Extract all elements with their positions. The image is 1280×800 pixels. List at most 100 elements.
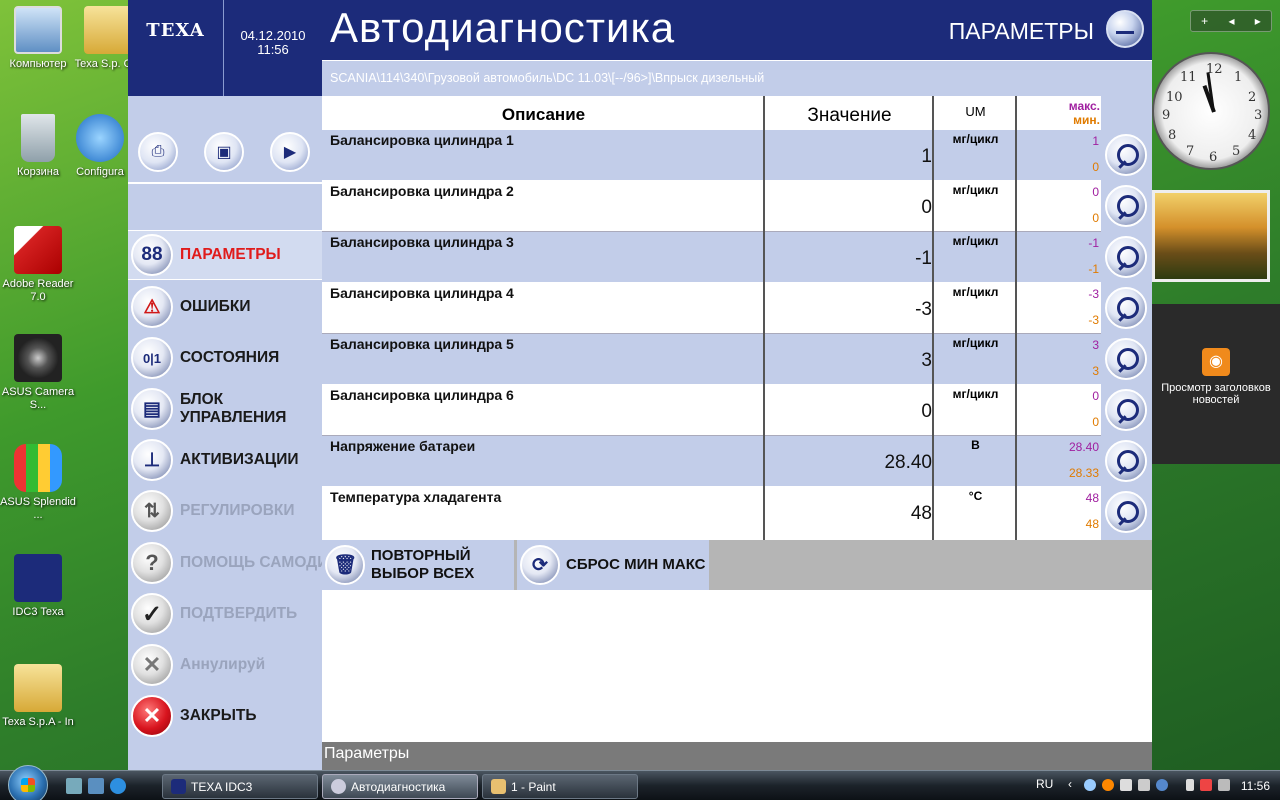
volume-muted-icon[interactable] xyxy=(1200,779,1212,791)
table-row[interactable]: Балансировка цилиндра 6 0 мг/цикл 0 0 xyxy=(322,385,1101,436)
slideshow-gadget[interactable] xyxy=(1152,190,1270,282)
row-value: 0 xyxy=(921,197,932,218)
add-gadget-button[interactable]: + xyxy=(1201,14,1208,28)
desktop-icon-label: ASUS Splendid ... xyxy=(0,496,76,521)
nav-item-errors[interactable]: ⚠ ОШИБКИ xyxy=(128,282,322,332)
bluetooth-icon[interactable] xyxy=(1084,779,1096,791)
nav-item-self-diagnosis-help[interactable]: ? ПОМОЩЬ САМОДИАГНОСТ xyxy=(128,538,322,588)
table-row[interactable]: Балансировка цилиндра 2 0 мг/цикл 0 0 xyxy=(322,181,1101,232)
zoom-button[interactable] xyxy=(1105,287,1147,329)
language-indicator[interactable]: RU xyxy=(1036,777,1053,791)
table-row[interactable]: Балансировка цилиндра 1 1 мг/цикл 1 0 xyxy=(322,130,1101,181)
table-row[interactable]: Напряжение батареи 28.40 В 28.40 28.33 xyxy=(322,436,1101,487)
taskbar-item-texa-idc3[interactable]: TEXA IDC3 xyxy=(162,774,318,799)
reset-min-max-button[interactable]: ⟳ СБРОС МИН МАКС xyxy=(517,540,709,590)
zoom-button[interactable] xyxy=(1105,389,1147,431)
desktop-icon-label: Texa S.p.A - In xyxy=(2,716,74,728)
ie-quicklaunch-icon[interactable] xyxy=(110,778,126,794)
action-bar: 🗑 ПОВТОРНЫЙ ВЫБОР ВСЕХ ⟳ СБРОС МИН МАКС xyxy=(322,540,1152,590)
nav-label: РЕГУЛИРОВКИ xyxy=(180,502,295,519)
nav-item-activations[interactable]: ⊥ АКТИВИЗАЦИИ xyxy=(128,435,322,485)
task-label: TEXA IDC3 xyxy=(191,780,253,794)
row-um: мг/цикл xyxy=(952,387,999,401)
next-button[interactable]: ▶ xyxy=(270,132,310,172)
nav-label: ПОДТВЕРДИТЬ xyxy=(180,605,298,622)
clock-gadget[interactable]: 12 1 2 3 4 5 6 7 8 9 10 11 xyxy=(1152,52,1270,170)
app-icon xyxy=(331,779,346,794)
show-desktop-icon[interactable] xyxy=(66,778,82,794)
desktop-icon-asus-splendid[interactable]: ASUS Splendid ... xyxy=(0,444,76,522)
folder-icon xyxy=(14,664,62,712)
zoom-button[interactable] xyxy=(1105,440,1147,482)
security-icon[interactable] xyxy=(1156,779,1168,791)
battery-icon[interactable] xyxy=(1186,779,1194,791)
nav-item-adjustments[interactable]: ⇅ РЕГУЛИРОВКИ xyxy=(128,486,322,536)
tray-clock[interactable]: 11:56 xyxy=(1241,779,1270,793)
desktop-icon-asus-camera[interactable]: ASUS Camera S... xyxy=(0,334,76,412)
clock-number: 10 xyxy=(1166,90,1183,105)
taskbar-item-autodiagnostics[interactable]: Автодиагностика xyxy=(322,774,478,799)
row-value: -1 xyxy=(915,248,932,269)
nav-label: ПАРАМЕТРЫ xyxy=(180,246,281,263)
desktop-icon-idc3-texa[interactable]: IDC3 Texa xyxy=(0,554,76,619)
table-row[interactable]: Балансировка цилиндра 5 3 мг/цикл 3 3 xyxy=(322,334,1101,385)
nav-item-control-unit[interactable]: ▤ БЛОК УПРАВЛЕНИЯ xyxy=(128,384,322,434)
desktop-icon-adobe-reader[interactable]: Adobe Reader 7.0 xyxy=(0,226,76,304)
table-row[interactable]: Балансировка цилиндра 3 -1 мг/цикл -1 -1 xyxy=(322,232,1101,283)
row-value: 48 xyxy=(910,503,932,524)
texa-autodiagnostics-window: TEXA 04.12.2010 11:56 Автодиагностика ПА… xyxy=(128,0,1152,770)
zoom-button[interactable] xyxy=(1105,338,1147,380)
print-button[interactable]: ⎙ xyxy=(138,132,178,172)
reselect-all-button[interactable]: 🗑 ПОВТОРНЫЙ ВЫБОР ВСЕХ xyxy=(322,540,514,590)
row-value: 3 xyxy=(921,350,932,371)
nav-item-confirm[interactable]: ✓ ПОДТВЕРДИТЬ xyxy=(128,589,322,639)
folder-icon xyxy=(84,6,132,54)
desktop-icon-configura[interactable]: Configura xyxy=(72,114,128,179)
nav-item-close[interactable]: ✕ ЗАКРЫТЬ xyxy=(128,691,322,741)
start-button[interactable] xyxy=(8,765,48,800)
taskbar-item-paint[interactable]: 1 - Paint xyxy=(482,774,638,799)
row-description: Напряжение батареи xyxy=(330,438,476,454)
clock-number: 8 xyxy=(1168,128,1177,143)
desktop-icon-recycle-bin[interactable]: Корзина xyxy=(0,114,76,179)
gadget-prev-button[interactable]: ◂ xyxy=(1228,14,1234,28)
nav-item-states[interactable]: 0|1 СОСТОЯНИЯ xyxy=(128,333,322,383)
refresh-icon: ⟳ xyxy=(520,545,560,585)
clock-number: 1 xyxy=(1234,70,1243,85)
zoom-button[interactable] xyxy=(1105,491,1147,533)
tray-app-icon[interactable] xyxy=(1102,779,1114,791)
row-max: 48 xyxy=(1085,491,1099,505)
minimize-button[interactable] xyxy=(1106,10,1144,48)
rss-gadget[interactable]: ◉ Просмотр заголовков новостей xyxy=(1152,304,1280,464)
zoom-button[interactable] xyxy=(1105,185,1147,227)
section-title: ПАРАМЕТРЫ xyxy=(948,18,1094,44)
zoom-button[interactable] xyxy=(1105,236,1147,278)
record-button[interactable]: ▣ xyxy=(204,132,244,172)
nav-toolbar: ⎙ ▣ ▶ xyxy=(128,122,322,184)
nav-label: ЗАКРЫТЬ xyxy=(180,707,257,724)
network-icon[interactable] xyxy=(1138,779,1150,791)
tray-expand-icon[interactable]: ‹ xyxy=(1068,777,1072,791)
nav-item-parameters[interactable]: 88 ПАРАМЕТРЫ xyxy=(128,230,322,280)
switch-windows-icon[interactable] xyxy=(88,778,104,794)
printer-tray-icon[interactable] xyxy=(1120,779,1132,791)
row-um: мг/цикл xyxy=(952,132,999,146)
desktop-icon-texa-in[interactable]: Texa S.p.A - In xyxy=(0,664,76,729)
zoom-button[interactable] xyxy=(1105,134,1147,176)
power-icon[interactable] xyxy=(1218,779,1230,791)
row-max: 1 xyxy=(1092,134,1099,148)
nav-label: АКТИВИЗАЦИИ xyxy=(180,451,299,468)
table-row[interactable]: Температура хладагента 48 °C 48 48 xyxy=(322,487,1101,538)
checkmark-icon: ✓ xyxy=(131,593,173,635)
play-icon: ▶ xyxy=(283,144,297,161)
row-value: 1 xyxy=(921,146,932,167)
desktop-icon-label: Configura xyxy=(76,166,124,178)
clock-number: 5 xyxy=(1232,144,1241,159)
gadget-next-button[interactable]: ▸ xyxy=(1255,14,1261,28)
date-display: 04.12.2010 xyxy=(240,28,306,43)
desktop-icon-label: Корзина xyxy=(17,166,59,178)
table-row[interactable]: Балансировка цилиндра 4 -3 мг/цикл -3 -3 xyxy=(322,283,1101,334)
nav-item-cancel[interactable]: ✕ Аннулируй xyxy=(128,640,322,690)
row-max: 3 xyxy=(1092,338,1099,352)
desktop-icon-computer[interactable]: Компьютер xyxy=(0,6,76,71)
